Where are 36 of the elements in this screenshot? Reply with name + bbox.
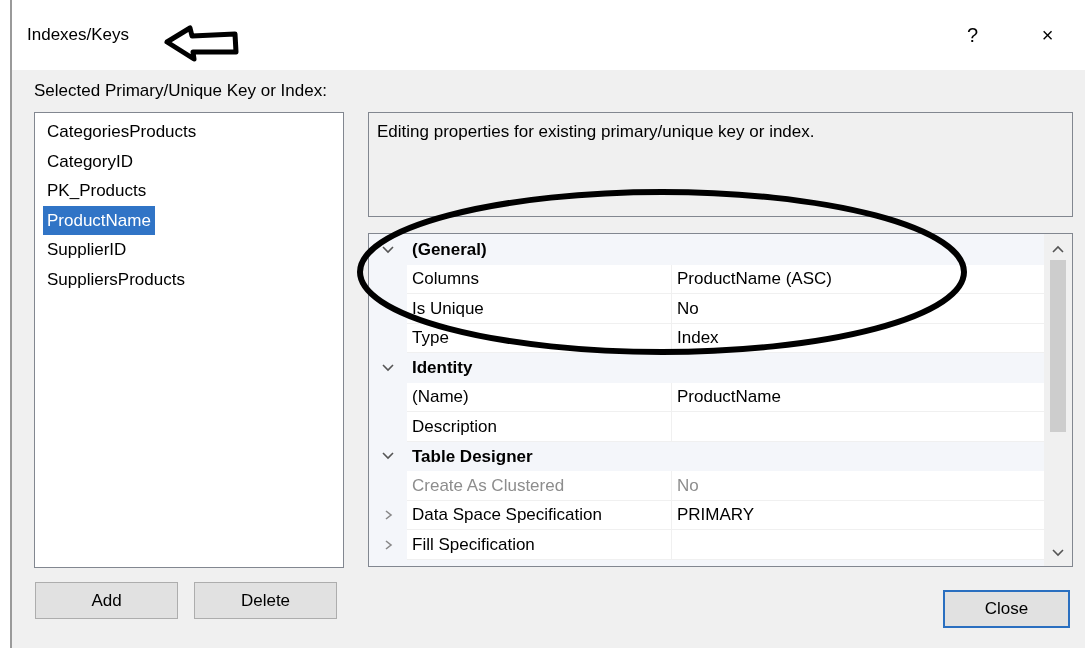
category-header: Table Designer <box>412 445 533 468</box>
delete-button[interactable]: Delete <box>194 582 337 619</box>
category-header: Identity <box>412 357 473 379</box>
window-title: Indexes/Keys <box>27 24 130 47</box>
list-item[interactable]: CategoriesProducts <box>43 117 201 147</box>
close-button[interactable]: Close <box>943 590 1070 628</box>
close-button[interactable]: × <box>1010 19 1085 51</box>
property-name: (Name) <box>412 386 469 408</box>
property-value-cell[interactable]: ProductName (ASC) <box>672 264 1044 294</box>
help-button[interactable]: ? <box>935 19 1010 51</box>
list-item[interactable]: SupplierID <box>43 235 131 265</box>
list-item[interactable]: SuppliersProducts <box>43 264 189 294</box>
list-item[interactable]: CategoryID <box>43 146 137 176</box>
scroll-up-icon[interactable] <box>1051 244 1065 254</box>
description-text: Editing properties for existing primary/unique key or index. <box>377 122 815 141</box>
property-name: Data Space Specification <box>412 504 602 526</box>
scroll-down-icon[interactable] <box>1051 548 1065 558</box>
list-label: Selected Primary/Unique Key or Index: <box>34 81 327 100</box>
property-value-cell[interactable]: No <box>672 294 1044 324</box>
property-name: Create As Clustered <box>412 474 565 497</box>
collapse-chevron-icon[interactable] <box>381 244 395 255</box>
collapse-chevron-icon[interactable] <box>381 362 395 373</box>
scrollbar-thumb[interactable] <box>1050 260 1066 432</box>
add-button[interactable]: Add <box>35 582 178 619</box>
property-name: Type <box>412 327 449 349</box>
list-item[interactable]: ProductName <box>43 205 155 235</box>
property-value-cell[interactable]: PRIMARY <box>672 500 1044 530</box>
collapse-chevron-icon[interactable] <box>381 451 395 462</box>
list-item[interactable]: PK_Products <box>43 176 151 206</box>
property-name: Description <box>412 415 498 438</box>
scrollbar[interactable] <box>1044 234 1072 566</box>
property-name: Columns <box>412 268 480 290</box>
property-name: Fill Specification <box>412 533 535 556</box>
category-header: (General) <box>412 239 487 261</box>
property-name: Is Unique <box>412 297 484 320</box>
property-value-cell[interactable]: ProductName <box>672 382 1044 412</box>
